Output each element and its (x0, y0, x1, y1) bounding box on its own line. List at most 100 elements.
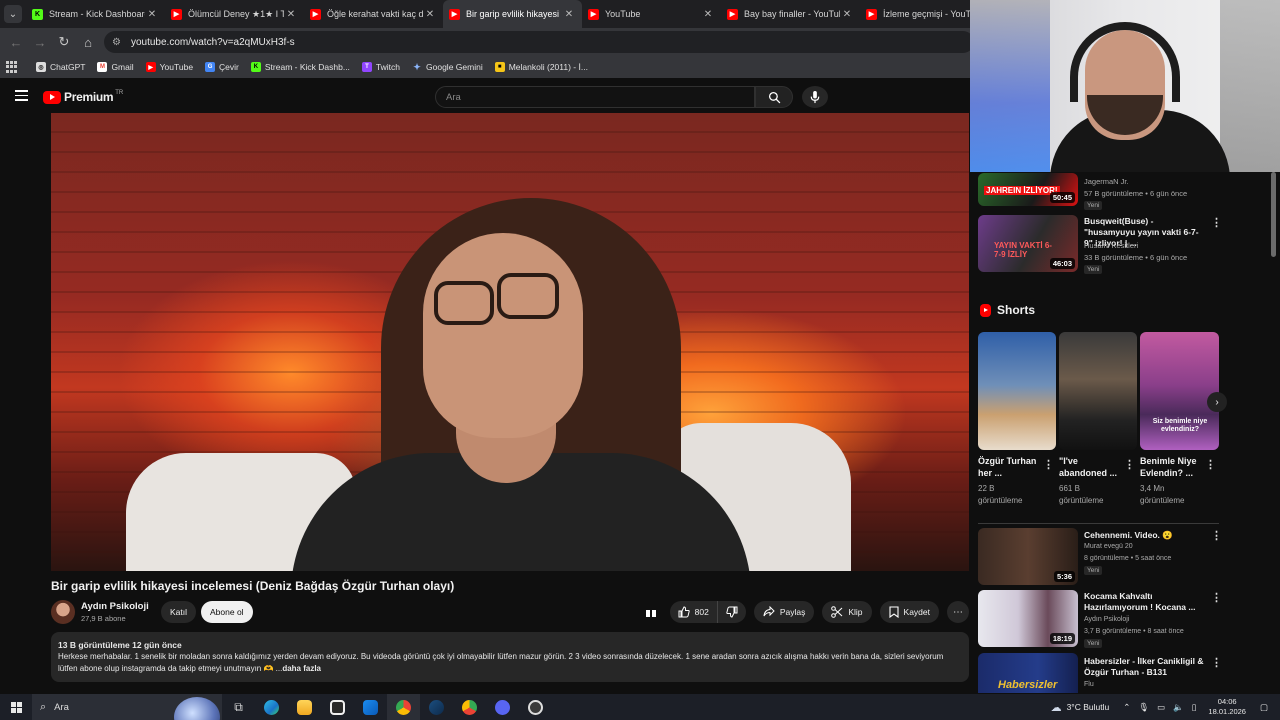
video-channel[interactable]: JagermaN Jr. (1084, 176, 1129, 188)
bookmark-chatgpt[interactable]: ◎ ChatGPT (36, 62, 85, 72)
more-vertical-icon[interactable]: ⋮ (1211, 591, 1222, 604)
video-title[interactable]: Kocama Kahvaltı Hazırlamıyorum ! Kocana … (1084, 591, 1204, 613)
search-button[interactable] (755, 86, 793, 108)
chrome-profile-icon[interactable] (453, 694, 486, 720)
menu-icon[interactable] (15, 90, 28, 101)
start-button[interactable] (0, 694, 32, 720)
browser-tab[interactable]: K Stream - Kick Dashboard ✕ (26, 0, 165, 28)
video-channel[interactable]: Aydın Psikoloji (1084, 614, 1129, 626)
video-player[interactable] (51, 113, 969, 571)
search-input[interactable]: Ara (435, 86, 755, 108)
channel-name[interactable]: Aydın Psikoloji (81, 601, 149, 612)
bookmark-gmail[interactable]: M Gmail (97, 62, 134, 72)
edge-icon[interactable] (255, 694, 288, 720)
close-icon[interactable]: ✕ (562, 9, 576, 20)
browser-tab[interactable]: ▶ Öğle kerahat vakti kaç da ✕ (304, 0, 443, 28)
dislike-button[interactable] (718, 601, 746, 623)
video-thumbnail[interactable]: YAYIN VAKTİ 6-7-9 İZLİY 46:03 (978, 215, 1078, 272)
save-button[interactable]: Kaydet (879, 601, 939, 623)
weather-text[interactable]: 3°C Bulutlu (1067, 702, 1110, 712)
browser-tab[interactable]: ▶ Ölümcül Deney ★1★ I Tü ✕ (165, 0, 304, 28)
sidebar-scrollbar[interactable] (1271, 172, 1276, 257)
chevron-right-icon[interactable]: › (1207, 392, 1227, 412)
apps-grid-icon[interactable] (6, 61, 18, 73)
close-icon[interactable]: ✕ (701, 9, 715, 20)
obs-icon[interactable] (519, 694, 552, 720)
like-button[interactable]: 802 (670, 601, 718, 623)
back-arrow-icon[interactable]: ← (4, 30, 28, 54)
more-vertical-icon[interactable]: ⋮ (1211, 529, 1222, 542)
bookmark-gemini[interactable]: ✦ Google Gemini (412, 62, 482, 73)
bookmark-imdb[interactable]: ■ Melankoli (2011) - İ... (494, 62, 588, 72)
video-thumbnail[interactable]: 18:19 (978, 590, 1078, 647)
bookmark-youtube[interactable]: ▶ YouTube (145, 62, 193, 72)
clock[interactable]: 04:06 18.01.2026 (1208, 697, 1246, 717)
description-text: Herkese merhabalar. 1 senelik bir molada… (58, 652, 944, 673)
home-icon[interactable]: ⌂ (76, 30, 100, 54)
forward-arrow-icon[interactable]: → (28, 30, 52, 54)
browser-tab[interactable]: ▶ Bay bay finaller - YouTube ✕ (721, 0, 860, 28)
channel-avatar[interactable] (51, 600, 75, 624)
short-thumbnail[interactable] (1059, 332, 1137, 450)
tab-search-button[interactable]: ⌄ (0, 0, 26, 28)
notification-icon[interactable]: ▢ (1260, 702, 1268, 713)
more-actions-button[interactable]: ⋯ (947, 601, 969, 623)
short-thumbnail[interactable]: Siz benimle niye evlendiniz? (1140, 332, 1219, 450)
discord-icon[interactable] (486, 694, 519, 720)
taskbar-search[interactable]: ⌕ Ara (32, 694, 222, 720)
video-channel[interactable]: Murat evegü 20 (1084, 541, 1133, 553)
bookmark-translate[interactable]: G Çevir (205, 62, 239, 72)
more-vertical-icon[interactable]: ⋮ (1205, 458, 1216, 471)
microphone-icon[interactable]: 🎙 (1138, 702, 1149, 713)
video-channel[interactable]: Flu (1084, 679, 1094, 691)
search-icon (768, 91, 780, 103)
chrome-icon[interactable] (387, 694, 420, 720)
store-icon[interactable] (321, 694, 354, 720)
chevron-up-icon[interactable]: ⌃ (1123, 702, 1130, 713)
outlook-icon[interactable] (354, 694, 387, 720)
file-explorer-icon[interactable] (288, 694, 321, 720)
network-icon[interactable]: ▭ (1157, 702, 1165, 713)
youtube-logo[interactable]: Premium TR (43, 90, 123, 104)
steam-icon[interactable] (420, 694, 453, 720)
close-icon[interactable]: ✕ (840, 9, 854, 20)
description-box[interactable]: 13 B görüntüleme 12 gün önce Herkese mer… (51, 632, 969, 682)
share-button[interactable]: Paylaş (753, 601, 815, 623)
short-title[interactable]: "I've abandoned ... (1059, 455, 1121, 479)
voice-search-button[interactable] (802, 86, 828, 108)
show-more-link[interactable]: daha fazla (282, 664, 321, 673)
close-icon[interactable]: ✕ (284, 9, 298, 20)
task-view-icon[interactable]: ⧉ (222, 694, 255, 720)
short-thumbnail[interactable] (978, 332, 1056, 450)
video-thumbnail[interactable]: Habersizler (978, 653, 1078, 693)
browser-tab-active[interactable]: ▶ Bir garip evlilik hikayesi in ✕ (443, 0, 582, 28)
video-duration: 50:45 (1049, 192, 1075, 203)
browser-tab[interactable]: ▶ YouTube ✕ (582, 0, 721, 28)
bookmark-kick[interactable]: K Stream - Kick Dashb... (250, 62, 350, 72)
subscribe-button[interactable]: Abone ol (201, 601, 253, 623)
gift-icon[interactable] (642, 601, 660, 623)
more-vertical-icon[interactable]: ⋮ (1211, 656, 1222, 669)
more-vertical-icon[interactable]: ⋮ (1124, 458, 1135, 471)
address-bar[interactable]: ⚙ youtube.com/watch?v=a2qMUxH3f-s (104, 31, 974, 53)
more-vertical-icon[interactable]: ⋮ (1043, 458, 1054, 471)
reload-icon[interactable]: ↻ (52, 30, 76, 54)
video-thumbnail[interactable]: JAHREIN İZLİYOR! 50:45 (978, 173, 1078, 206)
short-title[interactable]: Benimle Niye Evlendin? ... (1140, 455, 1202, 479)
close-icon[interactable]: ✕ (423, 9, 437, 20)
speaker-icon[interactable]: 🔈 (1173, 702, 1184, 713)
short-title[interactable]: Özgür Turhan her ... (978, 455, 1040, 479)
site-info-icon[interactable]: ⚙ (112, 37, 121, 48)
more-vertical-icon[interactable]: ⋮ (1211, 216, 1222, 229)
join-button[interactable]: Katıl (161, 601, 197, 623)
video-title[interactable]: Cehennemi. Video. 😮 (1084, 530, 1204, 541)
video-title[interactable]: Habersizler - İlker Canikligil & Özgür T… (1084, 656, 1206, 678)
bookmark-twitch[interactable]: T Twitch (361, 62, 400, 72)
video-channel[interactable]: Husami Kesitleri (1084, 240, 1138, 252)
battery-icon[interactable]: ▯ (1192, 702, 1197, 713)
bookmark-icon (888, 606, 899, 618)
clip-button[interactable]: Klip (822, 601, 872, 623)
close-icon[interactable]: ✕ (145, 9, 159, 20)
video-thumbnail[interactable]: 5:36 (978, 528, 1078, 585)
youtube-icon: ▶ (588, 8, 599, 20)
